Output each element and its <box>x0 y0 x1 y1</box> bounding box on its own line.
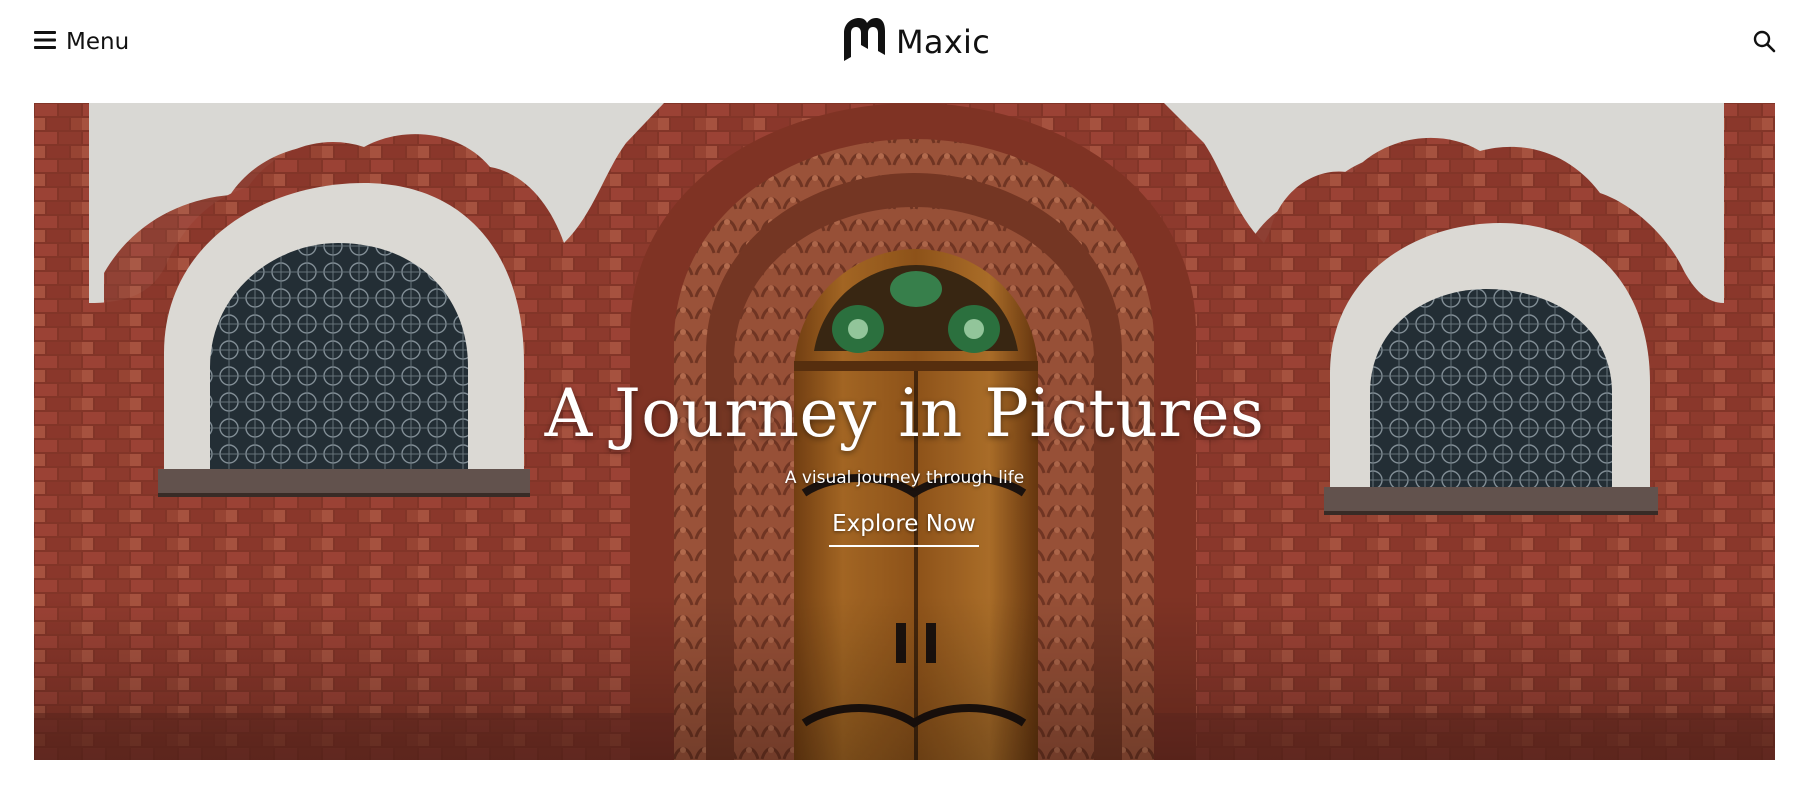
brand-name: Maxic <box>896 23 991 61</box>
search-button[interactable] <box>1752 29 1778 55</box>
brand-logo-link[interactable]: Maxic <box>842 17 991 68</box>
hero-title: A Journey in Pictures <box>544 375 1265 452</box>
explore-now-link[interactable]: Explore Now <box>829 511 979 547</box>
brand-logo-icon <box>842 17 886 68</box>
hero-subtitle: A visual journey through life <box>784 468 1025 488</box>
site-header: Menu Maxic <box>0 0 1813 103</box>
hamburger-icon <box>34 30 56 55</box>
hero-banner: A Journey in Pictures A visual journey t… <box>34 103 1775 760</box>
menu-button[interactable]: Menu <box>34 27 129 57</box>
search-icon <box>1752 30 1776 57</box>
menu-label: Menu <box>66 29 130 55</box>
